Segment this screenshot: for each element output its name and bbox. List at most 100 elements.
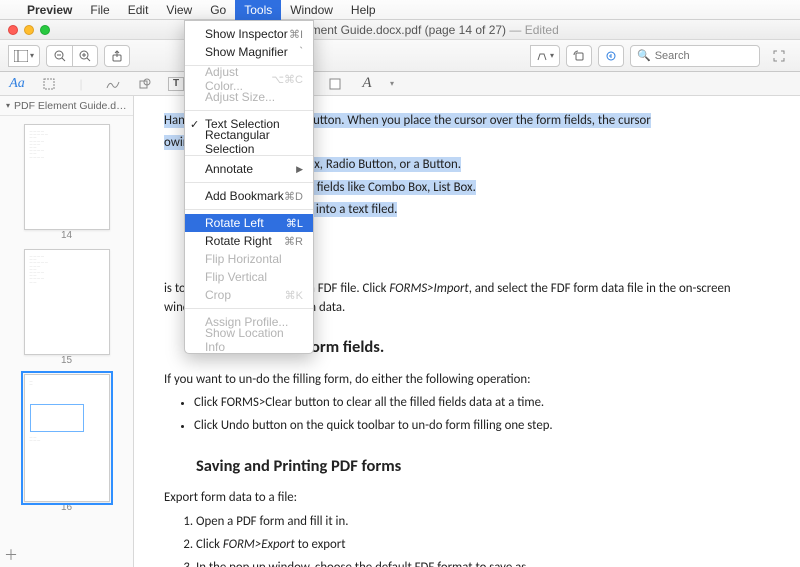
system-menubar: Preview File Edit View Go Tools Window H…: [0, 0, 800, 20]
menubar-edit[interactable]: Edit: [119, 0, 158, 20]
thumbnail-page-number: 15: [24, 355, 110, 366]
menu-item-show-inspector[interactable]: Show Inspector⌘I: [185, 25, 313, 43]
thumbnail-page-number: 16: [24, 502, 110, 513]
selection-tool-button[interactable]: [40, 78, 58, 90]
menu-item-adjust-color: Adjust Color...⌥⌘C: [185, 70, 313, 88]
font-style-button[interactable]: A: [358, 75, 376, 92]
menu-item-rotate-left[interactable]: Rotate Left ⌘L: [185, 214, 313, 232]
thumbnail-preview: — — — —— — — — —— —— — — —— — —— —— — — …: [25, 125, 109, 229]
sidebar-header[interactable]: ▾ PDF Element Guide.docx.pdf: [0, 96, 133, 116]
highlight-icon: [536, 50, 548, 62]
checkmark-icon: ✓: [190, 118, 199, 131]
menu-item-crop: Crop ⌘K: [185, 286, 313, 304]
page-thumbnail[interactable]: ——— —— — —: [24, 374, 110, 502]
zoom-group: [46, 45, 98, 67]
menu-item-label: Show Magnifier: [205, 45, 288, 59]
search-field[interactable]: 🔍: [630, 45, 760, 67]
menu-item-label: Annotate: [205, 162, 253, 176]
markup-toolbar: Aa | T | A ▾: [0, 72, 800, 96]
thumbnail-wrapper[interactable]: — — — —— — — — —— —— — — —— — —— —— — — …: [24, 124, 110, 241]
thumbnail-wrapper[interactable]: ——— —— — — 16: [24, 374, 110, 513]
list-item: In the pop up window, choose the default…: [196, 558, 770, 567]
markup-toolbar-button[interactable]: [598, 45, 624, 67]
text-style-button[interactable]: Aa: [8, 76, 26, 92]
menu-shortcut: ⌘L: [286, 217, 303, 230]
section-heading: Saving and Printing PDF forms: [196, 454, 770, 479]
menu-item-label: Flip Horizontal: [205, 252, 282, 266]
sketch-icon: [106, 78, 120, 90]
tools-menu-dropdown: Show Inspector⌘IShow Magnifier`Adjust Co…: [184, 20, 314, 354]
sidebar-icon: [14, 50, 28, 62]
menubar-file[interactable]: File: [81, 0, 118, 20]
separator-icon: |: [72, 77, 90, 91]
thumbnails-sidebar: ▾ PDF Element Guide.docx.pdf — — — —— — …: [0, 96, 134, 567]
shapes-tool-button[interactable]: [136, 78, 154, 90]
menu-item-show-magnifier[interactable]: Show Magnifier `: [185, 43, 313, 61]
menu-item-label: Crop: [205, 288, 231, 302]
close-window-button[interactable]: [8, 25, 18, 35]
zoom-out-button[interactable]: [46, 45, 72, 67]
list-item: Click FORM>Export to export: [196, 535, 770, 554]
zoom-window-button[interactable]: [40, 25, 50, 35]
chevron-down-icon: ▾: [550, 51, 554, 60]
menu-item-rotate-right[interactable]: Rotate Right ⌘R: [185, 232, 313, 250]
menu-item-annotate[interactable]: Annotate▶: [185, 160, 313, 178]
menu-shortcut: `: [299, 46, 303, 58]
bullet-list: Click FORMS>Clear button to clear all th…: [194, 393, 770, 435]
window-body: ▾ PDF Element Guide.docx.pdf — — — —— — …: [0, 96, 800, 567]
menubar-tools[interactable]: Tools: [235, 0, 281, 20]
menu-item-rectangular-selection[interactable]: Rectangular Selection: [185, 133, 313, 151]
thumbnail-wrapper[interactable]: — — — —— —— — — — —— — —— —— — — —— —— —…: [24, 249, 110, 366]
search-input[interactable]: [655, 50, 753, 62]
menu-shortcut: ⌘K: [285, 289, 303, 302]
menu-separator: [185, 182, 313, 183]
window-title-edited: — Edited: [509, 23, 558, 37]
rect-select-icon: [43, 78, 55, 90]
page-thumbnail[interactable]: — — — —— —— — — — —— — —— —— — — —— —— —…: [24, 249, 110, 355]
list-item: Open a PDF form and fill it in.: [196, 512, 770, 531]
window-controls: [8, 25, 50, 35]
add-page-button[interactable]: ＋: [4, 545, 18, 565]
menu-item-label: Show Inspector: [205, 27, 288, 41]
share-button[interactable]: [104, 45, 130, 67]
zoom-in-button[interactable]: [72, 45, 98, 67]
menu-item-label: Rotate Left: [205, 216, 264, 230]
fill-color-button[interactable]: [326, 77, 344, 91]
sidebar-doc-title: PDF Element Guide.docx.pdf: [14, 100, 127, 112]
menu-item-label: Show Location Info: [205, 326, 303, 354]
menubar-help[interactable]: Help: [342, 0, 385, 20]
menu-item-show-location-info: Show Location Info: [185, 331, 313, 349]
disclosure-triangle-icon[interactable]: ▾: [6, 101, 10, 110]
menu-separator: [185, 209, 313, 210]
window-title-page: (page 14 of 27): [425, 23, 506, 37]
menu-item-label: Flip Vertical: [205, 270, 267, 284]
menu-shortcut: ⌘I: [289, 28, 303, 41]
thumbnail-preview: ——— —— — —: [25, 375, 109, 501]
chevron-down-icon: ▾: [390, 79, 394, 88]
sidebar-view-button[interactable]: ▾: [8, 45, 40, 67]
menu-item-add-bookmark[interactable]: Add Bookmark⌘D: [185, 187, 313, 205]
menu-item-label: Rotate Right: [205, 234, 272, 248]
menubar-go[interactable]: Go: [201, 0, 235, 20]
menu-shortcut: ⌘R: [284, 235, 303, 248]
sketch-tool-button[interactable]: [104, 78, 122, 90]
numbered-list: Open a PDF form and fill it in. Click FO…: [196, 512, 770, 567]
body-text: If you want to un-do the filling form, d…: [164, 370, 770, 389]
highlight-button[interactable]: ▾: [530, 45, 560, 67]
text-tool-button[interactable]: T: [168, 77, 184, 91]
page-thumbnail[interactable]: — — — —— — — — —— —— — — —— — —— —— — — …: [24, 124, 110, 230]
menu-separator: [185, 110, 313, 111]
menu-item-label: Add Bookmark: [205, 189, 284, 203]
menu-shortcut: ⌥⌘C: [271, 73, 303, 86]
menubar-view[interactable]: View: [157, 0, 201, 20]
zoom-in-icon: [79, 50, 91, 62]
minimize-window-button[interactable]: [24, 25, 34, 35]
list-item: Click Undo button on the quick toolbar t…: [194, 416, 770, 435]
rotate-button[interactable]: [566, 45, 592, 67]
fullscreen-button[interactable]: [766, 45, 792, 67]
menubar-window[interactable]: Window: [281, 0, 342, 20]
search-icon: 🔍: [637, 49, 651, 62]
menu-item-flip-vertical: Flip Vertical: [185, 268, 313, 286]
menubar-app[interactable]: Preview: [18, 0, 81, 20]
toolbar: ▾ ▾ 🔍: [0, 40, 800, 72]
